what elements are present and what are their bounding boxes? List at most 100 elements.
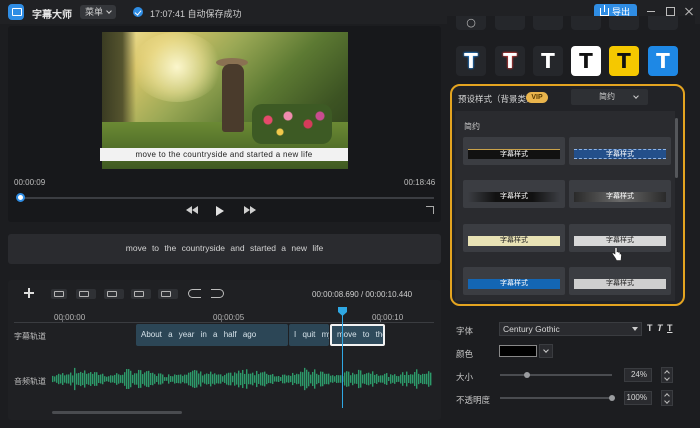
text-style-tile[interactable] [648, 16, 678, 30]
waveform-bar [118, 374, 120, 384]
rewind-icon[interactable] [186, 206, 198, 214]
text-style-tile[interactable] [571, 16, 601, 30]
subtitle-text-editor[interactable]: move to the countryside and started a ne… [8, 234, 441, 264]
style-card[interactable]: 字幕样式 [463, 137, 565, 165]
app-title: 字幕大师 [32, 10, 72, 21]
fast-forward-icon[interactable] [244, 206, 256, 214]
waveform-bar [62, 373, 64, 385]
play-icon[interactable] [216, 206, 224, 216]
style-card[interactable]: 字幕样式 [463, 224, 565, 252]
subtitle-text[interactable]: move to the countryside and started a ne… [8, 243, 441, 253]
waveform-bar [156, 375, 158, 383]
waveform-bar [294, 374, 296, 384]
size-value-field[interactable]: 24% [624, 368, 652, 382]
underline-icon[interactable]: T [667, 323, 673, 333]
text-style-tile-blue[interactable]: T [648, 46, 678, 76]
waveform-bar [188, 372, 190, 386]
color-swatch[interactable] [499, 345, 537, 357]
batch-icon[interactable] [158, 289, 178, 299]
waveform-bar [136, 373, 138, 385]
size-slider-thumb[interactable] [523, 372, 530, 378]
size-stepper[interactable] [661, 367, 673, 383]
text-style-tile[interactable] [495, 16, 525, 30]
merge-icon[interactable] [104, 289, 124, 299]
waveform-bar [80, 371, 82, 387]
text-style-tile[interactable]: ○ [456, 16, 486, 30]
subtitle-clip[interactable]: I quit my [289, 324, 329, 346]
menu-button[interactable]: 菜单 [80, 5, 116, 19]
size-slider-track[interactable] [500, 374, 612, 376]
timeline-scrollbar[interactable] [52, 411, 182, 414]
style-card[interactable]: 字幕样式 [569, 267, 671, 295]
split-icon[interactable] [76, 289, 96, 299]
waveform-bar [224, 374, 226, 384]
text-style-tile-yellow[interactable]: T [609, 46, 639, 76]
timeline-ruler[interactable] [14, 322, 434, 323]
subtitle-track-label: 字幕轨道 [14, 332, 46, 341]
waveform-bar [122, 374, 124, 384]
waveform-bar [244, 373, 246, 385]
text-style-tile-white[interactable]: T [571, 46, 601, 76]
redo-icon[interactable] [211, 289, 224, 298]
bold-icon[interactable]: T [647, 323, 653, 333]
waveform-bar [192, 370, 194, 388]
split-glyph-icon [79, 291, 89, 297]
opacity-value-field[interactable]: 100% [624, 391, 652, 405]
waveform-bar [72, 375, 74, 383]
text-style-tile[interactable] [533, 16, 563, 30]
waveform-bar [288, 375, 290, 383]
waveform-bar [392, 375, 394, 383]
waveform-bar [300, 371, 302, 387]
waveform-bar [286, 375, 288, 383]
text-style-tile-blue-outline[interactable]: T [456, 46, 486, 76]
waveform-bar [88, 373, 90, 385]
waveform-bar [200, 371, 202, 387]
style-card-label: 字幕样式 [574, 279, 666, 289]
waveform-bar [254, 375, 256, 383]
opacity-slider-track[interactable] [500, 397, 612, 399]
delete-icon[interactable] [51, 289, 67, 299]
undo-icon[interactable] [188, 289, 201, 298]
waveform-bar [228, 372, 230, 386]
waveform-bar [120, 375, 122, 383]
waveform-bar [248, 373, 250, 385]
style-card[interactable]: 字幕样式 [463, 180, 565, 208]
waveform-bar [372, 371, 374, 387]
opacity-slider-thumb[interactable] [609, 395, 615, 401]
style-category-select[interactable]: 简约 [571, 89, 648, 105]
color-dropdown-button[interactable] [539, 344, 553, 358]
fullscreen-icon[interactable] [426, 206, 434, 214]
style-card-label: 字幕样式 [468, 192, 560, 202]
playback-progress-bar[interactable] [18, 197, 434, 199]
align-icon[interactable] [131, 289, 151, 299]
progress-thumb[interactable] [16, 193, 25, 202]
opacity-stepper[interactable] [661, 390, 673, 406]
add-subtitle-icon[interactable] [22, 286, 36, 300]
waveform-bar [264, 371, 266, 387]
text-style-tile[interactable] [609, 16, 639, 30]
playhead[interactable] [342, 312, 343, 408]
waveform-bar [132, 374, 134, 384]
style-card-label: 字幕样式 [574, 149, 666, 159]
subtitle-clip[interactable]: About a year in a half ago [136, 324, 288, 346]
waveform-bar [78, 372, 80, 386]
style-card[interactable]: 字幕样式 [463, 267, 565, 295]
subtitle-clip-selected[interactable]: move to the [330, 324, 385, 346]
font-select[interactable]: Century Gothic [499, 322, 642, 336]
italic-icon[interactable]: T [657, 323, 663, 333]
waveform-bar [354, 374, 356, 384]
video-subtitle-overlay[interactable]: move to the countryside and started a ne… [100, 148, 348, 161]
waveform-bar [184, 374, 186, 384]
style-card-label: 字幕样式 [574, 236, 666, 246]
style-card[interactable]: 字幕样式 [569, 137, 671, 165]
waveform-bar [390, 374, 392, 384]
audio-waveform[interactable] [52, 362, 432, 396]
waveform-bar [222, 376, 224, 382]
text-style-tile-black[interactable]: T [533, 46, 563, 76]
style-grid-scrollbar[interactable] [675, 118, 678, 178]
waveform-bar [396, 375, 398, 383]
text-style-tile-red-outline[interactable]: T [495, 46, 525, 76]
style-card[interactable]: 字幕样式 [569, 180, 671, 208]
waveform-bar [190, 372, 192, 386]
waveform-bar [330, 375, 332, 383]
